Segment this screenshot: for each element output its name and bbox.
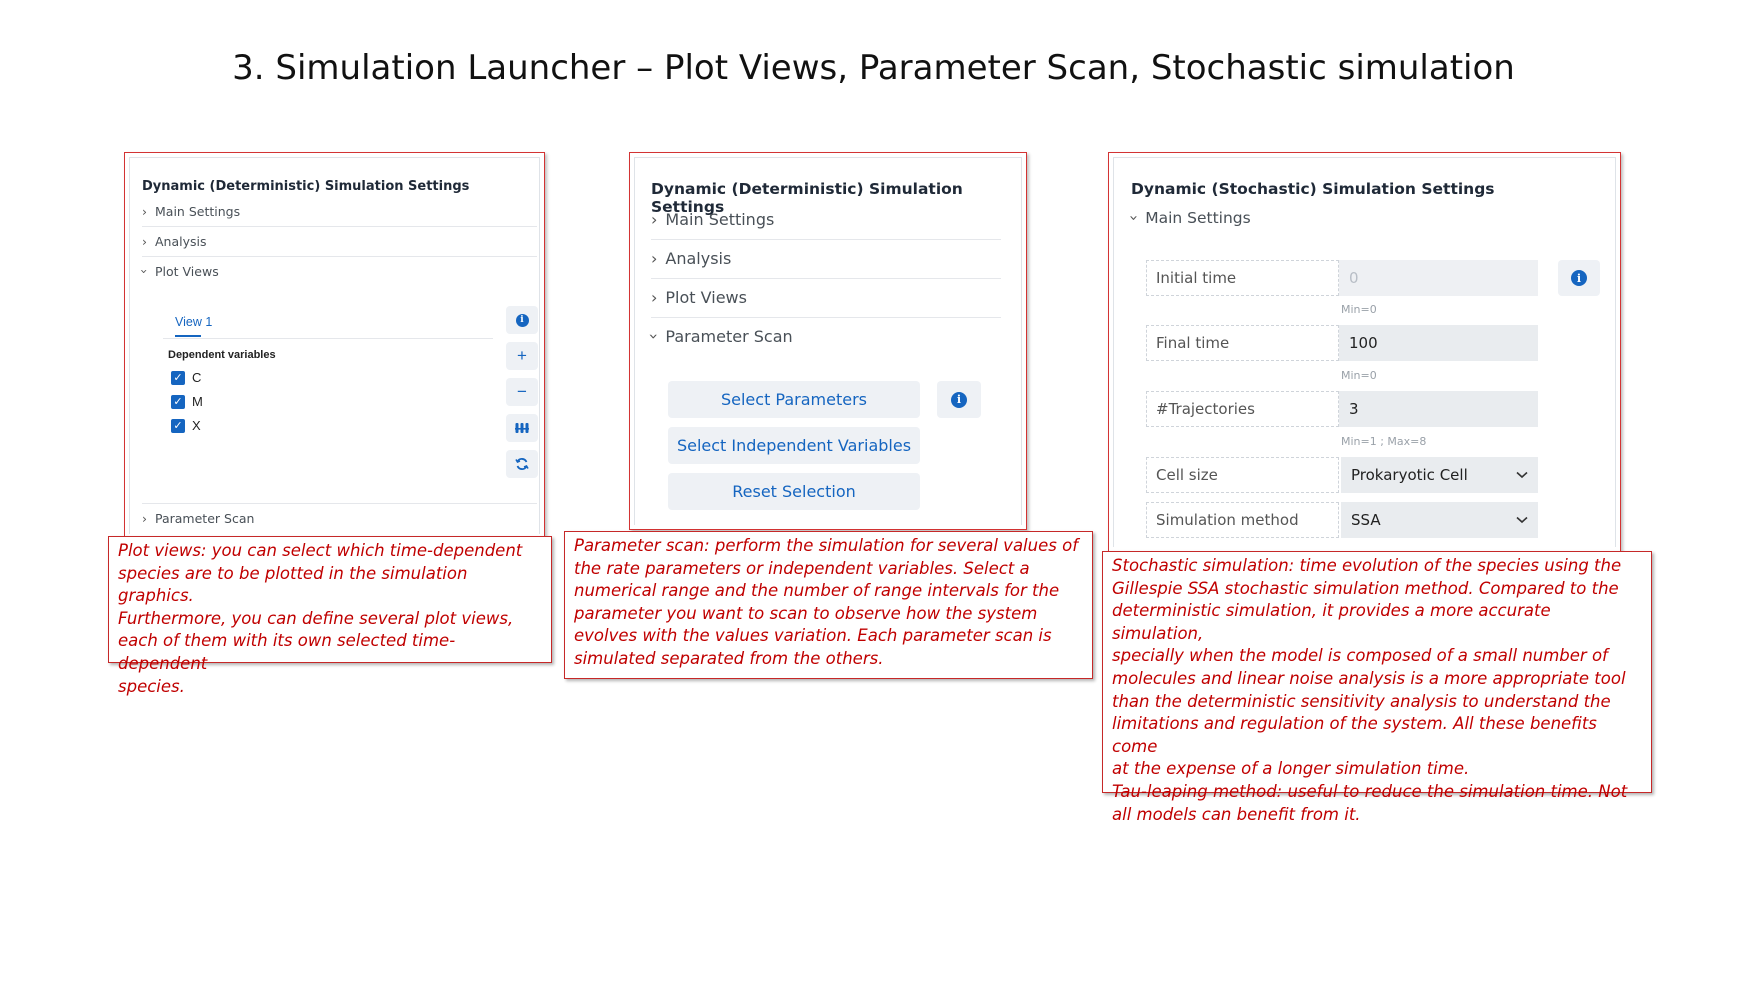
- final-time-input[interactable]: 100: [1339, 325, 1538, 361]
- divider: [142, 226, 537, 227]
- trajectories-label: #Trajectories: [1146, 391, 1339, 427]
- info-icon: i: [1571, 270, 1587, 286]
- refresh-icon: [515, 458, 529, 470]
- plus-icon: +: [517, 346, 527, 365]
- cell-size-value: Prokaryotic Cell: [1351, 466, 1468, 484]
- chevron-right-icon: ›: [651, 210, 658, 229]
- columns-icon: [515, 423, 529, 433]
- minus-icon: −: [517, 382, 527, 401]
- chevron-right-icon: ›: [142, 204, 147, 219]
- accordion-main-settings[interactable]: › Main Settings: [1125, 209, 1251, 227]
- chevron-down-icon: ›: [1125, 214, 1144, 222]
- simulation-method-select[interactable]: SSA: [1341, 502, 1538, 538]
- accordion-plot-views[interactable]: › Plot Views: [651, 288, 747, 307]
- initial-time-input[interactable]: 0: [1339, 260, 1538, 296]
- add-view-button[interactable]: +: [506, 342, 538, 370]
- accordion-main-settings[interactable]: › Main Settings: [142, 204, 240, 219]
- tab-view-1[interactable]: View 1: [175, 315, 212, 329]
- info-button[interactable]: i: [937, 381, 981, 418]
- accordion-main-settings[interactable]: › Main Settings: [651, 210, 774, 229]
- accordion-analysis[interactable]: › Analysis: [651, 249, 731, 268]
- divider: [651, 278, 1001, 279]
- accordion-parameter-scan[interactable]: › Parameter Scan: [645, 327, 793, 346]
- plot-views-note: Plot views: you can select which time-de…: [108, 536, 552, 696]
- section-label: Analysis: [155, 234, 207, 249]
- check-icon: ✓: [171, 394, 185, 409]
- select-parameters-button[interactable]: Select Parameters: [668, 381, 920, 418]
- info-button[interactable]: i: [1558, 260, 1600, 296]
- checkbox-label: X: [192, 418, 201, 433]
- divider: [651, 239, 1001, 240]
- section-label: Plot Views: [665, 288, 747, 307]
- section-label: Analysis: [665, 249, 732, 268]
- trajectories-input[interactable]: 3: [1339, 391, 1538, 427]
- divider: [142, 256, 537, 257]
- section-label: Parameter Scan: [665, 327, 793, 346]
- chevron-right-icon: ›: [142, 234, 147, 249]
- cell-size-label: Cell size: [1146, 457, 1339, 493]
- initial-time-label: Initial time: [1146, 260, 1339, 296]
- stochastic-settings-panel: Dynamic (Stochastic) Simulation Settings…: [1108, 152, 1621, 552]
- checkbox-label: C: [192, 370, 202, 385]
- parameter-scan-note: Parameter scan: perform the simulation f…: [564, 531, 1093, 679]
- stochastic-note: Stochastic simulation: time evolution of…: [1102, 551, 1652, 824]
- chevron-right-icon: ›: [142, 511, 147, 526]
- accordion-parameter-scan[interactable]: › Parameter Scan: [142, 511, 254, 526]
- chevron-right-icon: ›: [651, 288, 658, 307]
- panel-title: Dynamic (Stochastic) Simulation Settings: [1131, 180, 1495, 198]
- section-label: Main Settings: [1145, 209, 1251, 227]
- chevron-right-icon: ›: [651, 249, 658, 268]
- divider: [142, 503, 537, 504]
- dependent-variables-label: Dependent variables: [168, 349, 276, 361]
- tab-active-indicator: [175, 335, 201, 337]
- cell-size-select[interactable]: Prokaryotic Cell: [1341, 457, 1538, 493]
- checkbox-label: M: [192, 394, 203, 409]
- info-button[interactable]: i: [506, 306, 538, 334]
- initial-time-hint: Min=0: [1341, 303, 1377, 316]
- checkbox-variable-c[interactable]: ✓ C: [171, 370, 201, 385]
- chevron-down-icon: [1516, 516, 1528, 524]
- simulation-method-label: Simulation method: [1146, 502, 1339, 538]
- checkbox-variable-m[interactable]: ✓ M: [171, 394, 203, 409]
- divider: [651, 317, 1001, 318]
- trajectories-hint: Min=1 ; Max=8: [1341, 435, 1427, 448]
- chevron-down-icon: ›: [137, 269, 152, 274]
- checkbox-variable-x[interactable]: ✓ X: [171, 418, 201, 433]
- final-time-hint: Min=0: [1341, 369, 1377, 382]
- chevron-down-icon: [1516, 471, 1528, 479]
- section-label: Plot Views: [155, 264, 219, 279]
- columns-button[interactable]: [506, 414, 538, 442]
- slide-title: 3. Simulation Launcher – Plot Views, Par…: [232, 48, 1515, 88]
- panel-title: Dynamic (Deterministic) Simulation Setti…: [142, 179, 470, 194]
- remove-view-button[interactable]: −: [506, 378, 538, 406]
- refresh-button[interactable]: [506, 450, 538, 478]
- section-label: Main Settings: [665, 210, 775, 229]
- reset-selection-button[interactable]: Reset Selection: [668, 473, 920, 510]
- select-independent-variables-button[interactable]: Select Independent Variables: [668, 427, 920, 464]
- tab-divider: [163, 338, 493, 339]
- section-label: Main Settings: [155, 204, 241, 219]
- parameter-scan-panel: Dynamic (Deterministic) Simulation Setti…: [629, 152, 1027, 530]
- info-icon: i: [951, 391, 967, 408]
- plot-views-panel: Dynamic (Deterministic) Simulation Setti…: [124, 152, 545, 539]
- check-icon: ✓: [171, 370, 185, 385]
- accordion-plot-views[interactable]: › Plot Views: [137, 264, 219, 279]
- section-label: Parameter Scan: [155, 511, 255, 526]
- check-icon: ✓: [171, 418, 185, 433]
- chevron-down-icon: ›: [644, 333, 664, 340]
- simulation-method-value: SSA: [1351, 511, 1381, 529]
- final-time-label: Final time: [1146, 325, 1339, 361]
- accordion-analysis[interactable]: › Analysis: [142, 234, 207, 249]
- info-icon: i: [515, 313, 529, 327]
